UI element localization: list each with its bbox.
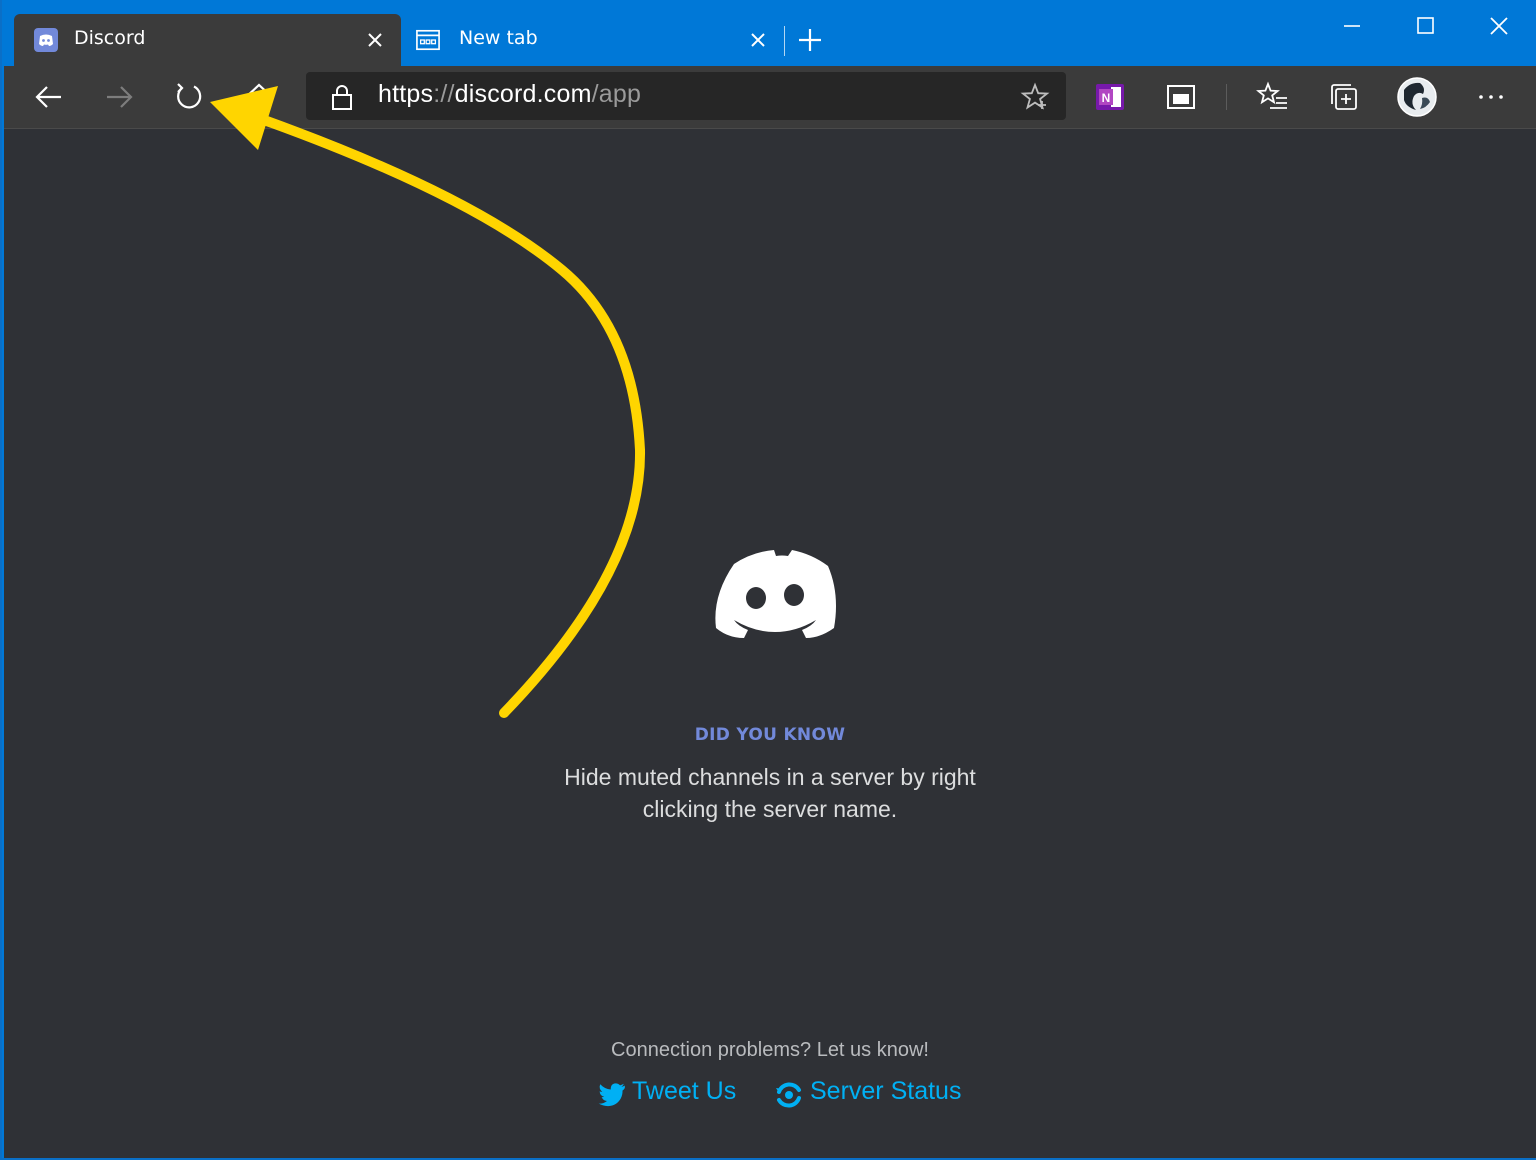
toolbar-separator [1226,84,1227,110]
window-close-icon[interactable] [1483,10,1515,42]
discord-icon [34,28,58,52]
close-icon[interactable] [365,30,385,50]
new-tab-page-icon [416,29,440,51]
server-status-icon [776,1082,801,1108]
browser-toolbar: https://discord.com/app N [4,66,1536,129]
tab-title-new-tab: New tab [459,27,538,49]
back-arrow-icon[interactable] [32,80,66,114]
did-you-know-heading: DID YOU KNOW [694,725,846,745]
tab-separator [784,26,785,56]
twitter-bird-icon [598,1083,625,1107]
url-host: discord.com [454,80,592,108]
more-options-icon[interactable] [1474,80,1508,114]
svg-text:N: N [1102,91,1111,105]
address-bar[interactable]: https://discord.com/app [306,72,1066,120]
close-icon[interactable] [748,30,768,50]
url-protocol: https [378,80,434,108]
tab-new-tab[interactable]: New tab [402,14,782,66]
tip-text: Hide muted channels in a server by right… [564,764,976,822]
onenote-icon[interactable]: N [1094,80,1128,114]
browser-window: Discord New tab https://discord.com/app … [0,0,1536,1160]
refresh-icon[interactable] [172,80,206,114]
profile-avatar-icon[interactable] [1396,76,1438,118]
tab-discord[interactable]: Discord [14,14,401,66]
immersive-reader-icon[interactable] [1164,80,1198,114]
new-tab-plus-icon[interactable] [796,26,824,54]
collections-icon[interactable] [1328,80,1362,114]
favorite-star-icon[interactable] [1020,82,1050,112]
server-status-label: Server Status [810,1076,962,1105]
tweet-us-link[interactable]: Tweet Us [598,1073,736,1109]
maximize-icon[interactable] [1409,10,1441,42]
minimize-icon[interactable] [1336,10,1368,42]
tab-strip: Discord New tab [2,0,1536,66]
tweet-us-label: Tweet Us [632,1076,737,1105]
discord-loading-page: DID YOU KNOW Hide muted channels in a se… [4,129,1536,1158]
home-icon[interactable] [242,80,276,114]
discord-logo-icon [715,550,836,638]
url-text[interactable]: https://discord.com/app [378,80,641,109]
lock-icon[interactable] [330,84,354,110]
url-path: /app [591,80,642,108]
server-status-link[interactable]: Server Status [774,1073,961,1109]
forward-arrow-icon[interactable] [102,80,136,114]
url-separator: :// [433,80,455,108]
favorites-list-icon[interactable] [1256,80,1290,114]
tab-title-discord: Discord [74,27,146,49]
connection-problems-text: Connection problems? Let us know! [611,1039,929,1061]
